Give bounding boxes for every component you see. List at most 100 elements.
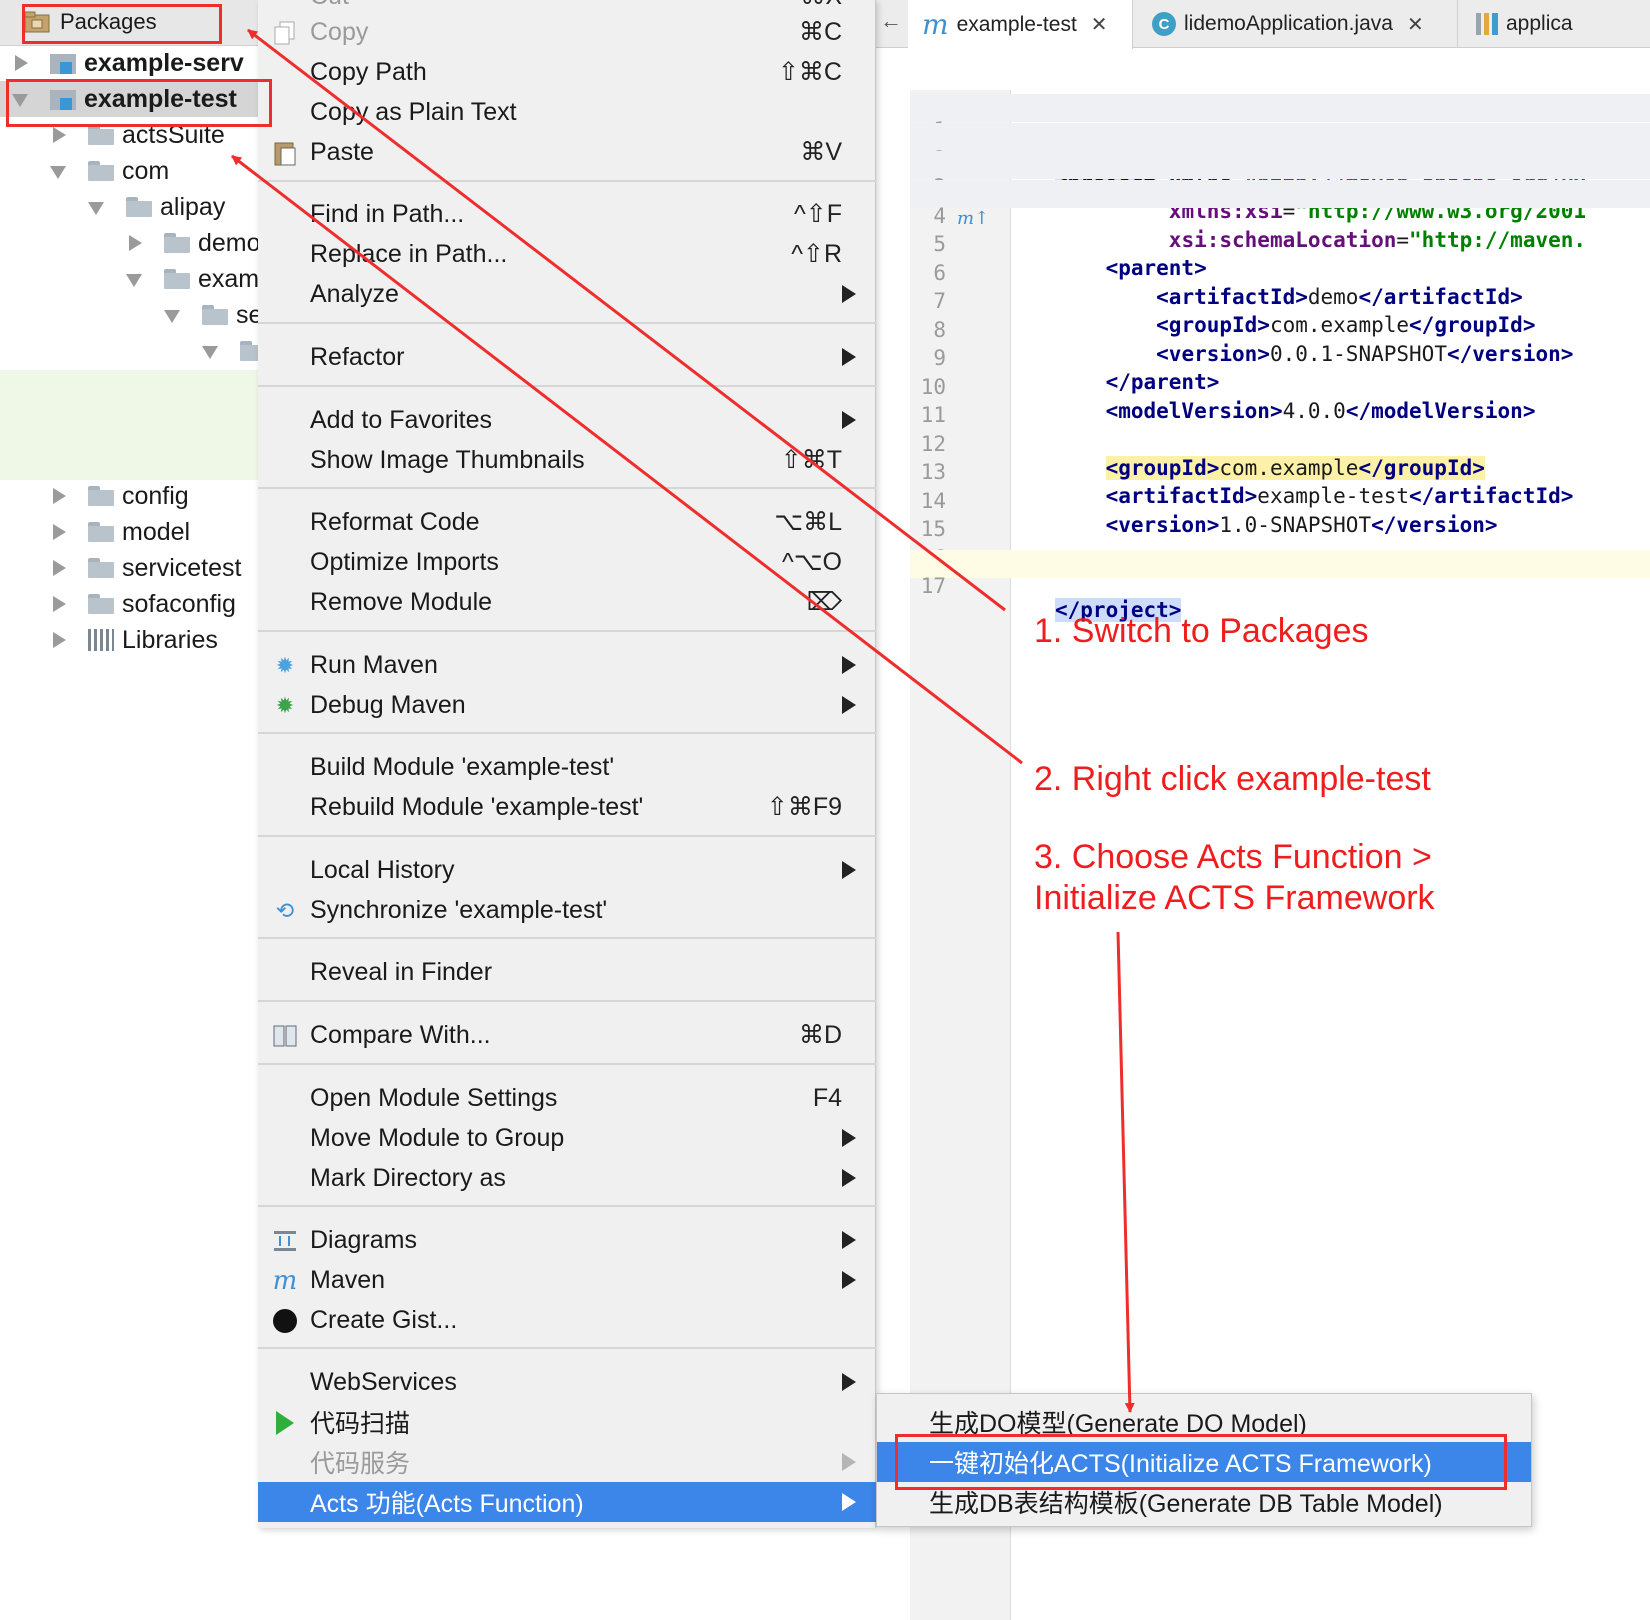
- close-icon[interactable]: ✕: [1091, 12, 1108, 37]
- menu-item-copy-path[interactable]: Copy Path ⇧⌘C: [258, 52, 876, 92]
- menu-item-show-image-thumbnails[interactable]: Show Image Thumbnails ⇧⌘T: [258, 440, 876, 480]
- menu-item-open-module-settings[interactable]: Open Module Settings F4: [258, 1078, 876, 1118]
- menu-item-synchronize-example-test[interactable]: ⟲ Synchronize 'example-test': [258, 890, 876, 930]
- tree-item-sofaconfig[interactable]: sofaconfig: [0, 586, 272, 622]
- menu-item-find-in-path[interactable]: Find in Path... ^⇧F: [258, 194, 876, 234]
- code-line-2[interactable]: 2 <project xmlns="http://maven.apache.or…: [910, 123, 1650, 195]
- play-icon: [272, 1410, 298, 1436]
- menu-item-reveal-in-finder[interactable]: Reveal in Finder: [258, 952, 876, 992]
- collapse-arrow-icon[interactable]: [202, 342, 220, 360]
- menu-item-refactor[interactable]: Refactor: [258, 337, 876, 377]
- menu-item-local-history[interactable]: Local History: [258, 850, 876, 890]
- tree-item-model[interactable]: model: [0, 514, 272, 550]
- code-line-6[interactable]: 6 <artifactId>demo</artifactId>: [910, 237, 1650, 309]
- menu-item-remove-module[interactable]: Remove Module ⌦: [258, 582, 876, 622]
- tree-item-alipay[interactable]: alipay: [0, 189, 272, 225]
- code-line-4[interactable]: 4 xsi:schemaLocation="http://maven.: [910, 180, 1650, 252]
- menu-item-create-gist[interactable]: Create Gist...: [258, 1300, 876, 1340]
- tree-item-servicetest[interactable]: servicetest: [0, 297, 272, 333]
- close-icon[interactable]: ✕: [1407, 12, 1424, 37]
- menu-item-replace-in-path[interactable]: Replace in Path... ^⇧R: [258, 234, 876, 274]
- submenu-arrow-icon: [842, 348, 856, 366]
- tab-lidemo-application[interactable]: C lidemoApplication.java ✕: [1138, 0, 1458, 48]
- code-line-7[interactable]: 7 <groupId>com.example</groupId>: [910, 265, 1650, 337]
- menu-item-shortcut: ^⌥O: [782, 548, 842, 576]
- menu-separator: [258, 322, 876, 324]
- code-line-12[interactable]: 12 <groupId>com.example</groupId>: [910, 408, 1650, 480]
- menu-item-debug-maven[interactable]: ✹ Debug Maven: [258, 685, 876, 725]
- code-line-13[interactable]: 13 <artifactId>example-test</artifactId>: [910, 436, 1650, 508]
- back-arrow-icon[interactable]: ←: [880, 8, 902, 34]
- menu-item-paste[interactable]: Paste ⌘V: [258, 132, 876, 172]
- menu-item-label: Reformat Code: [310, 507, 480, 536]
- collapse-arrow-icon[interactable]: [164, 306, 182, 324]
- menu-item-cjk-29[interactable]: 代码服务: [258, 1442, 876, 1482]
- submenu-arrow-icon: [842, 656, 856, 674]
- menu-separator: [258, 937, 876, 939]
- expand-arrow-icon[interactable]: [50, 487, 68, 505]
- code-line-17[interactable]: 17 </project>: [910, 550, 1650, 622]
- menu-item-analyze[interactable]: Analyze: [258, 274, 876, 314]
- tree-item-example[interactable]: example: [0, 261, 272, 297]
- expand-arrow-icon[interactable]: [50, 595, 68, 613]
- code-line-8[interactable]: 8 <version>0.0.1-SNAPSHOT</version>: [910, 294, 1650, 366]
- collapse-arrow-icon[interactable]: [126, 270, 144, 288]
- code-line-11[interactable]: 11: [910, 379, 1650, 427]
- expand-arrow-icon[interactable]: [50, 631, 68, 649]
- menu-item-build-module-example-test[interactable]: Build Module 'example-test': [258, 747, 876, 787]
- menu-item-move-module-to-group[interactable]: Move Module to Group: [258, 1118, 876, 1158]
- expand-arrow-icon[interactable]: [12, 54, 30, 72]
- expand-arrow-icon[interactable]: [50, 559, 68, 577]
- menu-item-copy-as-plain-text[interactable]: Copy as Plain Text: [258, 92, 876, 132]
- menu-item-acts-acts-function[interactable]: Acts 功能(Acts Function): [258, 1482, 876, 1522]
- package-folder-icon: [164, 269, 190, 289]
- menu-item-add-to-favorites[interactable]: Add to Favorites: [258, 400, 876, 440]
- diagram-icon: [272, 1228, 298, 1254]
- tree-item-demo[interactable]: demo: [0, 225, 272, 261]
- menu-item-cjk-28[interactable]: 代码扫描: [258, 1402, 876, 1442]
- menu-item-compare-with[interactable]: Compare With... ⌘D: [258, 1015, 876, 1055]
- menu-item-reformat-code[interactable]: Reformat Code ⌥⌘L: [258, 502, 876, 542]
- properties-icon: [1476, 13, 1498, 35]
- menu-item-maven[interactable]: m Maven: [258, 1260, 876, 1300]
- tree-item-label: com: [122, 156, 170, 185]
- tree-item-example-serv[interactable]: example-serv: [0, 45, 272, 81]
- code-line-10[interactable]: 10 <modelVersion>4.0.0</modelVersion>: [910, 351, 1650, 423]
- expand-arrow-icon[interactable]: [50, 523, 68, 541]
- collapse-arrow-icon[interactable]: [88, 198, 106, 216]
- tree-item-com[interactable]: com: [0, 153, 272, 189]
- annotation-box-initialize-acts: [895, 1434, 1507, 1490]
- menu-item-copy[interactable]: Copy ⌘C: [258, 12, 876, 52]
- menu-item-run-maven[interactable]: ✹ Run Maven: [258, 645, 876, 685]
- code-line-9[interactable]: 9 </parent>: [910, 322, 1650, 394]
- menu-item-label: Run Maven: [310, 650, 438, 679]
- menu-item-label: Create Gist...: [310, 1305, 458, 1334]
- code-line-5[interactable]: 5 <parent>: [910, 208, 1650, 280]
- menu-item-label: 代码扫描: [310, 1410, 411, 1438]
- tree-item-libraries[interactable]: Libraries: [0, 622, 272, 658]
- annotation-step1: 1. Switch to Packages: [1034, 612, 1369, 650]
- tree-item-base[interactable]: base: [0, 333, 272, 369]
- menu-item-optimize-imports[interactable]: Optimize Imports ^⌥O: [258, 542, 876, 582]
- code-line-16[interactable]: 16: [910, 522, 1650, 570]
- menu-item-webservices[interactable]: WebServices: [258, 1362, 876, 1402]
- menu-separator: [258, 385, 876, 387]
- menu-item-label: Show Image Thumbnails: [310, 445, 585, 474]
- menu-item-label: Build Module 'example-test': [310, 752, 615, 781]
- menu-item-rebuild-module-example-test[interactable]: Rebuild Module 'example-test' ⇧⌘F9: [258, 787, 876, 827]
- expand-arrow-icon[interactable]: [50, 126, 68, 144]
- code-line-3[interactable]: 3 xmlns:xsi="http://www.w3.org/2001: [910, 151, 1650, 223]
- menu-item-mark-directory-as[interactable]: Mark Directory as: [258, 1158, 876, 1198]
- code-line-1[interactable]: 1 <?xml version="1.0" encoding="UTF-8"?>: [910, 94, 1650, 166]
- code-line-14[interactable]: 14 <version>1.0-SNAPSHOT</version>: [910, 465, 1650, 537]
- class-icon: C: [1152, 12, 1176, 36]
- code-line-15[interactable]: 15: [910, 493, 1650, 541]
- collapse-arrow-icon[interactable]: [50, 162, 68, 180]
- expand-arrow-icon[interactable]: [126, 234, 144, 252]
- tab-example-test[interactable]: m example-test ✕: [908, 0, 1133, 49]
- tree-item-servicetest[interactable]: servicetest: [0, 550, 272, 586]
- tree-item-config[interactable]: config: [0, 478, 272, 514]
- tab-application-properties[interactable]: applica: [1462, 0, 1650, 48]
- menu-item-label: Debug Maven: [310, 690, 466, 719]
- menu-item-diagrams[interactable]: Diagrams: [258, 1220, 876, 1260]
